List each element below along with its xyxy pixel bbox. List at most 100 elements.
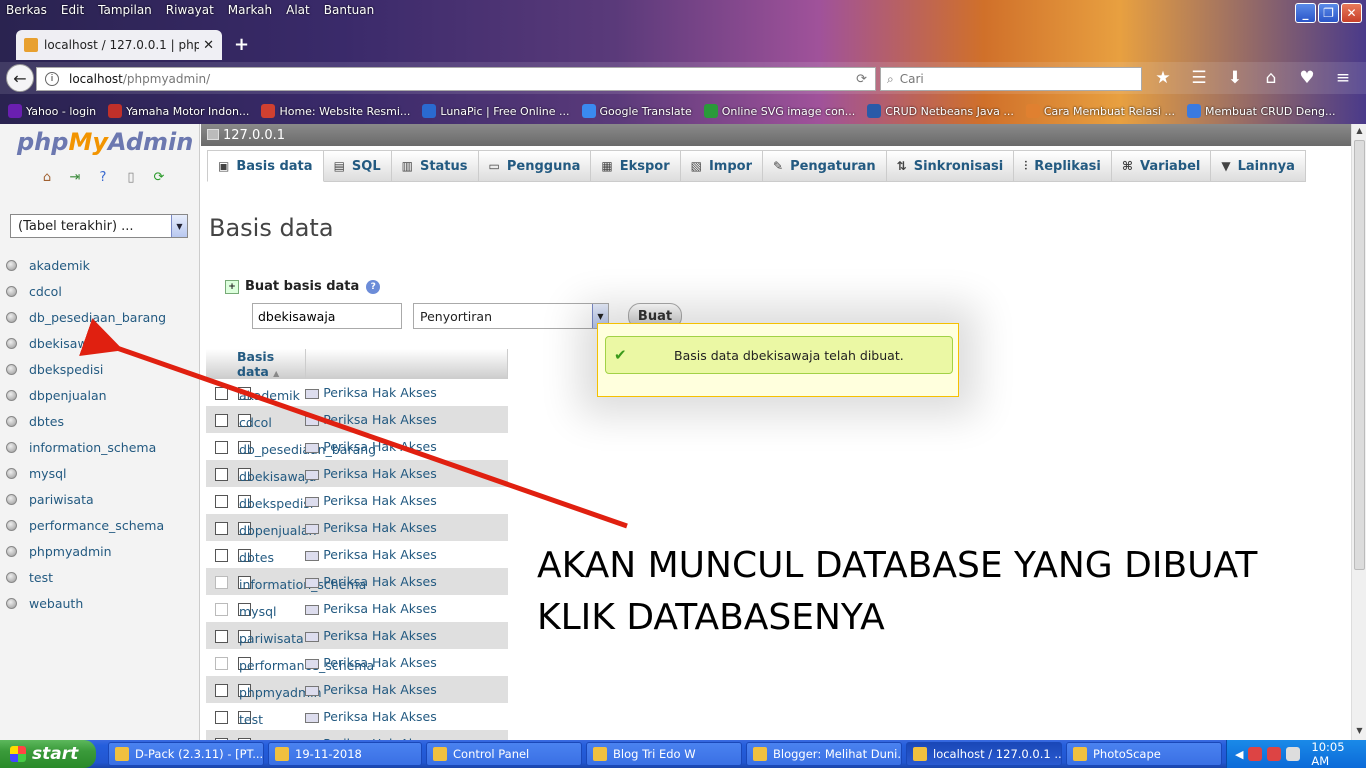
row-checkbox[interactable]: [215, 549, 228, 562]
menu-item-bantuan[interactable]: Bantuan: [324, 3, 374, 17]
reload-icon[interactable]: ⟳: [856, 72, 867, 87]
reload-icon[interactable]: ⟳: [149, 170, 169, 185]
taskbar-item[interactable]: Blogger: Melihat Duni...: [746, 742, 902, 766]
row-checkbox[interactable]: [215, 684, 228, 697]
sidebar-item-dbekisawaja[interactable]: dbekisawaja: [6, 330, 166, 356]
database-link[interactable]: akademik: [238, 387, 300, 403]
menu-item-markah[interactable]: Markah: [228, 3, 272, 17]
bookmark-item[interactable]: Online SVG image con...: [703, 104, 855, 118]
url-bar[interactable]: i localhost/phpmyadmin/ ⟳: [36, 67, 876, 91]
tab-impor[interactable]: ▧ Impor: [680, 150, 763, 182]
recent-tables-select[interactable]: (Tabel terakhir) ... ▼: [10, 214, 188, 238]
bookmark-item[interactable]: Yahoo - login: [8, 104, 96, 118]
database-link[interactable]: dbekspedisi: [238, 495, 313, 511]
search-input[interactable]: ⌕ Cari: [880, 67, 1142, 91]
tab-pengguna[interactable]: ▭ Pengguna: [478, 150, 592, 182]
sidebar-item-pariwisata[interactable]: pariwisata: [6, 486, 166, 512]
menu-item-riwayat[interactable]: Riwayat: [166, 3, 214, 17]
tab-status[interactable]: ▥ Status: [391, 150, 479, 182]
check-privileges-link[interactable]: Periksa Hak Akses: [323, 412, 437, 427]
scroll-up-icon[interactable]: ▲: [1354, 126, 1365, 138]
check-privileges-link[interactable]: Periksa Hak Akses: [323, 682, 437, 697]
help-icon[interactable]: ?: [366, 279, 381, 294]
check-privileges-link[interactable]: Periksa Hak Akses: [323, 520, 437, 535]
check-privileges-link[interactable]: Periksa Hak Akses: [323, 547, 437, 562]
taskbar-item[interactable]: D-Pack (2.3.11) - [PT...: [108, 742, 264, 766]
check-privileges-link[interactable]: Periksa Hak Akses: [323, 628, 437, 643]
tab-sql[interactable]: ▤ SQL: [323, 150, 392, 182]
row-checkbox[interactable]: [215, 495, 228, 508]
taskbar-item[interactable]: localhost / 127.0.0.1 ...: [906, 742, 1062, 766]
database-link[interactable]: phpmyadmin: [238, 684, 322, 700]
home-icon[interactable]: ⌂: [37, 170, 57, 185]
check-privileges-link[interactable]: Periksa Hak Akses: [323, 493, 437, 508]
tray-app-icon[interactable]: [1286, 747, 1301, 761]
browser-tab[interactable]: localhost / 127.0.0.1 | phpMy... ✕: [16, 30, 222, 60]
database-name-input[interactable]: [252, 303, 402, 329]
database-link[interactable]: dbtes: [238, 549, 274, 565]
row-checkbox[interactable]: [215, 630, 228, 643]
sidebar-item-akademik[interactable]: akademik: [6, 252, 166, 278]
database-link[interactable]: dbekisawaja: [238, 468, 316, 484]
phpmyadmin-logo[interactable]: phpMyAdmin: [17, 128, 193, 156]
check-privileges-link[interactable]: Periksa Hak Akses: [323, 466, 437, 481]
menu-item-berkas[interactable]: Berkas: [6, 3, 47, 17]
tab-pengaturan[interactable]: ✎ Pengaturan: [763, 150, 887, 182]
collation-select[interactable]: Penyortiran ▼: [413, 303, 609, 329]
close-tab-icon[interactable]: ✕: [203, 38, 214, 53]
sidebar-item-webauth[interactable]: webauth: [6, 590, 166, 616]
bookmark-item[interactable]: LunaPic | Free Online ...: [422, 104, 570, 118]
bookmark-item[interactable]: CRUD Netbeans Java ...: [867, 104, 1014, 118]
menu-item-edit[interactable]: Edit: [61, 3, 84, 17]
row-checkbox[interactable]: [215, 414, 228, 427]
tab-ekspor[interactable]: ▦ Ekspor: [591, 150, 681, 182]
sidebar-item-dbpenjualan[interactable]: dbpenjualan: [6, 382, 166, 408]
tab-replikasi[interactable]: ⫶ Replikasi: [1014, 150, 1112, 182]
sidebar-item-db_pesediaan_barang[interactable]: db_pesediaan_barang: [6, 304, 166, 330]
row-checkbox[interactable]: [215, 468, 228, 481]
taskbar-item[interactable]: PhotoScape: [1066, 742, 1222, 766]
sidebar-item-mysql[interactable]: mysql: [6, 460, 166, 486]
taskbar-item[interactable]: Control Panel: [426, 742, 582, 766]
check-privileges-link[interactable]: Periksa Hak Akses: [323, 655, 437, 670]
vertical-scrollbar[interactable]: ▲ ▼: [1351, 124, 1366, 740]
row-checkbox[interactable]: [215, 387, 228, 400]
maximize-button[interactable]: ❐: [1318, 3, 1339, 23]
tray-app-icon[interactable]: [1267, 747, 1282, 761]
tray-arrow-icon[interactable]: ◀: [1235, 748, 1243, 761]
database-link[interactable]: information_schema: [238, 576, 366, 592]
database-link[interactable]: db_pesediaan_barang: [238, 441, 376, 457]
tab-basis-data[interactable]: ▣ Basis data: [207, 150, 324, 182]
start-button[interactable]: start: [0, 740, 96, 768]
database-link[interactable]: performance_schema: [238, 657, 374, 673]
bookmark-item[interactable]: Google Translate: [581, 104, 692, 118]
bookmarks-library-icon[interactable]: ☰: [1188, 68, 1210, 88]
sidebar-item-dbekspedisi[interactable]: dbekspedisi: [6, 356, 166, 382]
pocket-icon[interactable]: ♥: [1296, 68, 1318, 88]
database-link[interactable]: test: [238, 711, 263, 727]
sidebar-item-performance_schema[interactable]: performance_schema: [6, 512, 166, 538]
server-name[interactable]: 127.0.0.1: [223, 128, 285, 143]
bookmark-star-icon[interactable]: ★: [1152, 68, 1174, 88]
sidebar-item-information_schema[interactable]: information_schema: [6, 434, 166, 460]
tab-lainnya[interactable]: ▼ Lainnya: [1211, 150, 1306, 182]
sidebar-item-test[interactable]: test: [6, 564, 166, 590]
info-icon[interactable]: i: [45, 72, 59, 86]
logout-icon[interactable]: ⇥: [65, 170, 85, 185]
sidebar-item-phpmyadmin[interactable]: phpmyadmin: [6, 538, 166, 564]
check-privileges-link[interactable]: Periksa Hak Akses: [323, 601, 437, 616]
tab-sinkronisasi[interactable]: ⇅ Sinkronisasi: [886, 150, 1015, 182]
scrollbar-thumb[interactable]: [1354, 140, 1365, 570]
check-privileges-link[interactable]: Periksa Hak Akses: [323, 709, 437, 724]
column-header-database[interactable]: Basis data ▲: [206, 349, 306, 379]
database-link[interactable]: mysql: [238, 603, 277, 619]
bookmark-item[interactable]: Membuat CRUD Deng...: [1186, 104, 1336, 118]
taskbar-item[interactable]: 19-11-2018: [268, 742, 422, 766]
new-tab-icon[interactable]: +: [234, 34, 249, 55]
tab-variabel[interactable]: ⌘ Variabel: [1111, 150, 1212, 182]
database-link[interactable]: pariwisata: [238, 630, 304, 646]
minimize-button[interactable]: _: [1295, 3, 1316, 23]
database-link[interactable]: cdcol: [238, 414, 272, 430]
row-checkbox[interactable]: [215, 711, 228, 724]
help-icon[interactable]: ?: [93, 170, 113, 185]
